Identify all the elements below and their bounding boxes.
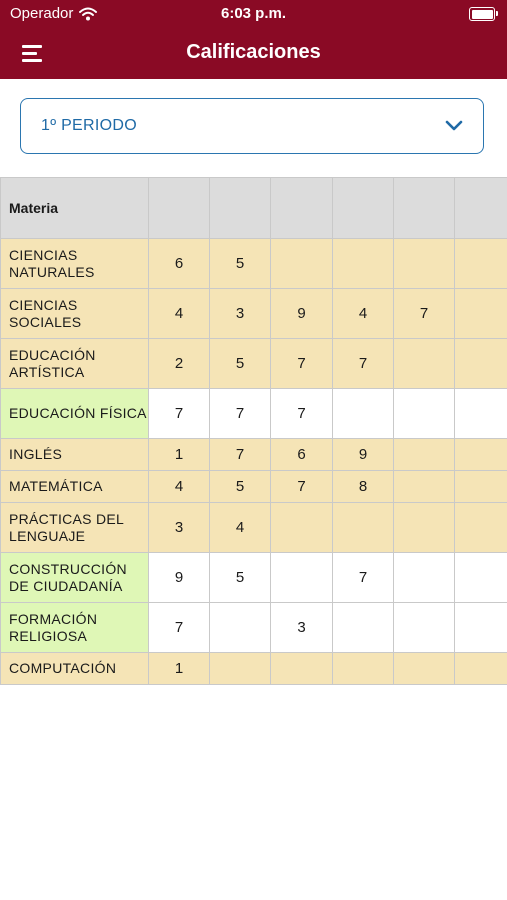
table-row: MATEMÁTICA 4 5 7 8 <box>0 470 507 503</box>
table-row: FORMACIÓN RELIGIOSA 7 3 <box>0 602 507 653</box>
grade-cell: 6 <box>148 238 210 289</box>
grade-cell <box>454 388 507 439</box>
grade-cell <box>454 470 507 503</box>
grade-cell <box>209 652 271 685</box>
grade-cell <box>393 502 455 553</box>
grade-cell <box>270 502 333 553</box>
grade-cell: 4 <box>148 288 210 339</box>
table-header-row: Materia <box>0 177 507 239</box>
grade-cell <box>209 602 271 653</box>
column-header-grade-3 <box>270 177 333 239</box>
subject-cell: FORMACIÓN RELIGIOSA <box>0 602 149 653</box>
subject-cell: PRÁCTICAS DEL LENGUAJE <box>0 502 149 553</box>
grade-cell: 9 <box>270 288 333 339</box>
grades-table-container[interactable]: Materia CIENCIAS NATURALES 6 5 CIENCIAS SOC… <box>0 177 507 685</box>
grade-cell: 9 <box>148 552 210 603</box>
column-header-grade-1 <box>148 177 210 239</box>
grade-cell <box>393 470 455 503</box>
status-bar: Operador 6:03 p.m. <box>0 0 507 30</box>
grade-cell: 3 <box>270 602 333 653</box>
column-header-grade-5 <box>393 177 455 239</box>
subject-cell: EDUCACIÓN FÍSICA <box>0 388 149 439</box>
grade-cell: 2 <box>148 338 210 389</box>
grade-cell <box>454 552 507 603</box>
grade-cell: 4 <box>332 288 394 339</box>
grade-cell <box>454 288 507 339</box>
nav-bar: Calificaciones <box>0 30 507 79</box>
subject-cell: CONSTRUCCIÓN DE CIUDADANÍA <box>0 552 149 603</box>
grade-cell: 7 <box>148 388 210 439</box>
grade-cell <box>454 502 507 553</box>
table-row: PRÁCTICAS DEL LENGUAJE 3 4 <box>0 502 507 553</box>
grade-cell: 3 <box>209 288 271 339</box>
grade-cell <box>270 552 333 603</box>
grade-cell: 5 <box>209 470 271 503</box>
grade-cell: 7 <box>270 388 333 439</box>
grade-cell <box>332 388 394 439</box>
grade-cell <box>454 338 507 389</box>
grade-cell <box>270 652 333 685</box>
grade-cell: 7 <box>148 602 210 653</box>
grade-cell <box>393 438 455 471</box>
column-header-subject: Materia <box>0 177 149 239</box>
grade-cell: 4 <box>209 502 271 553</box>
grade-cell <box>393 602 455 653</box>
grade-cell: 5 <box>209 338 271 389</box>
column-header-grade-2 <box>209 177 271 239</box>
grade-cell <box>332 602 394 653</box>
column-header-grade-4 <box>332 177 394 239</box>
grade-cell <box>393 338 455 389</box>
grade-cell: 3 <box>148 502 210 553</box>
subject-cell: CIENCIAS NATURALES <box>0 238 149 289</box>
subject-cell: INGLÉS <box>0 438 149 471</box>
period-selected-value: 1º PERIODO <box>41 117 137 134</box>
table-row: CIENCIAS SOCIALES 4 3 9 4 7 <box>0 288 507 339</box>
grade-cell: 7 <box>332 338 394 389</box>
grade-cell <box>393 388 455 439</box>
grades-table: Materia CIENCIAS NATURALES 6 5 CIENCIAS SOC… <box>0 177 507 685</box>
grade-cell <box>332 652 394 685</box>
subject-cell: EDUCACIÓN ARTÍSTICA <box>0 338 149 389</box>
table-row: EDUCACIÓN ARTÍSTICA 2 5 7 7 <box>0 338 507 389</box>
grade-cell: 5 <box>209 238 271 289</box>
app-header: Operador 6:03 p.m. Calificaciones <box>0 0 507 79</box>
grade-cell: 1 <box>148 652 210 685</box>
grade-cell: 1 <box>148 438 210 471</box>
battery-icon <box>469 7 498 21</box>
table-row: CONSTRUCCIÓN DE CIUDADANÍA 9 5 7 <box>0 552 507 603</box>
table-row: INGLÉS 1 7 6 9 <box>0 438 507 471</box>
grade-cell <box>393 652 455 685</box>
grade-cell <box>454 238 507 289</box>
grade-cell <box>332 238 394 289</box>
grade-cell: 6 <box>270 438 333 471</box>
grade-cell: 7 <box>332 552 394 603</box>
grade-cell <box>393 552 455 603</box>
subject-cell: COMPUTACIÓN <box>0 652 149 685</box>
page-title: Calificaciones <box>186 41 321 63</box>
grade-cell <box>454 438 507 471</box>
grade-cell: 7 <box>393 288 455 339</box>
grade-cell <box>393 238 455 289</box>
grade-cell: 8 <box>332 470 394 503</box>
grade-cell <box>454 652 507 685</box>
table-row: EDUCACIÓN FÍSICA 7 7 7 <box>0 388 507 439</box>
grade-cell: 7 <box>209 388 271 439</box>
table-row: CIENCIAS NATURALES 6 5 <box>0 238 507 289</box>
grade-cell <box>332 502 394 553</box>
table-row: COMPUTACIÓN 1 <box>0 652 507 685</box>
grade-cell: 7 <box>270 338 333 389</box>
grade-cell: 7 <box>270 470 333 503</box>
grade-cell <box>270 238 333 289</box>
grade-cell: 9 <box>332 438 394 471</box>
chevron-down-icon <box>445 120 463 131</box>
status-time: 6:03 p.m. <box>220 5 287 22</box>
grade-cell: 4 <box>148 470 210 503</box>
subject-cell: CIENCIAS SOCIALES <box>0 288 149 339</box>
subject-cell: MATEMÁTICA <box>0 470 149 503</box>
grade-cell: 5 <box>209 552 271 603</box>
column-header-grade-6 <box>454 177 507 239</box>
grade-cell: 7 <box>209 438 271 471</box>
grade-cell <box>454 602 507 653</box>
period-dropdown[interactable]: 1º PERIODO <box>20 98 484 154</box>
